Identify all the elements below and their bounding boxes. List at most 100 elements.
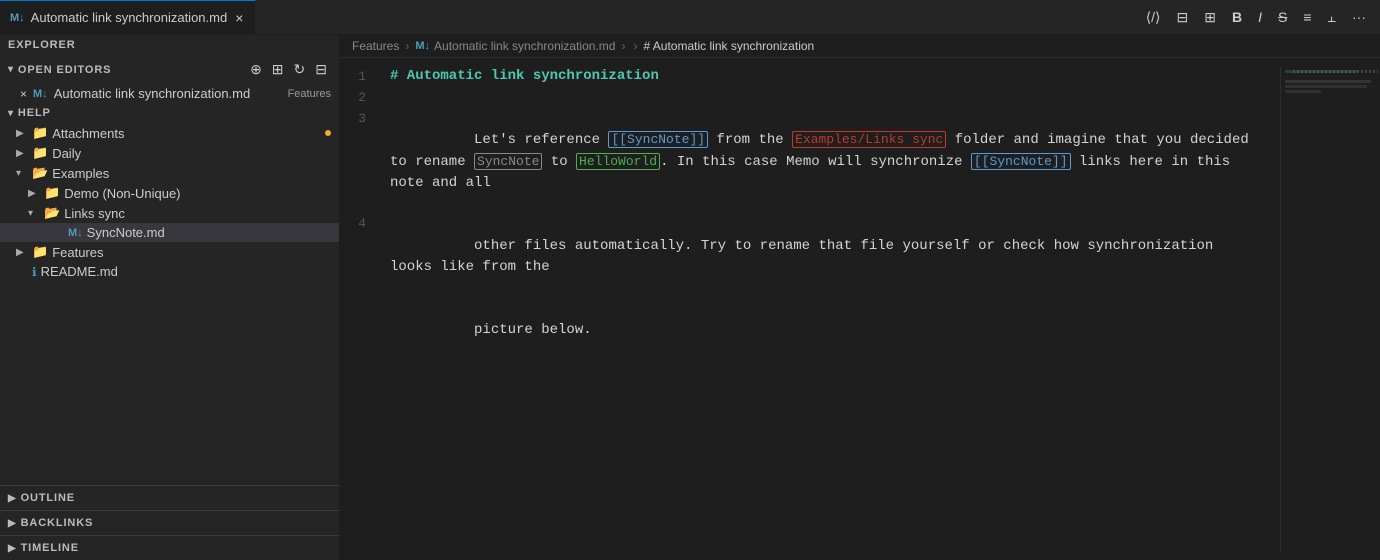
breadcrumb-md-icon: M↓ bbox=[415, 40, 430, 52]
help-label: HELP bbox=[18, 107, 51, 119]
editor-line-3: Let's reference [[SyncNote]] from the Ex… bbox=[390, 108, 1260, 362]
outline-label: OUTLINE bbox=[21, 492, 75, 504]
daily-chevron: ▶ bbox=[16, 148, 28, 159]
outline-chevron: ▶ bbox=[8, 493, 17, 504]
link-syncnote-rename[interactable]: SyncNote bbox=[474, 153, 542, 170]
bold-button[interactable]: B bbox=[1226, 5, 1248, 29]
line-numbers: 1 2 3 4 bbox=[340, 66, 390, 552]
breadcrumb-features[interactable]: Features bbox=[352, 39, 399, 53]
link-examples-links[interactable]: Examples/Links sync bbox=[792, 131, 946, 148]
open-editors-label: OPEN EDITORS bbox=[18, 64, 111, 76]
link-helloworld[interactable]: HelloWorld bbox=[576, 153, 660, 170]
open-editor-badge: Features bbox=[288, 88, 331, 100]
collapse-button[interactable]: ⊟ bbox=[311, 59, 331, 80]
source-toggle-button[interactable]: ⟨/⟩ bbox=[1140, 5, 1167, 30]
main-layout: EXPLORER ▾ OPEN EDITORS ⊕ ⊞ ↻ ⊟ × M↓ Aut… bbox=[0, 35, 1380, 560]
backlinks-chevron: ▶ bbox=[8, 518, 17, 529]
italic-button[interactable]: I bbox=[1252, 5, 1268, 29]
empty-line-2 bbox=[390, 87, 398, 108]
editor-content[interactable]: 1 2 3 4 # Automatic link synchronization bbox=[340, 58, 1380, 560]
breadcrumb-file[interactable]: Automatic link synchronization.md bbox=[434, 39, 615, 53]
attachments-label: Attachments bbox=[52, 126, 317, 141]
link-syncnote-2[interactable]: [[SyncNote]] bbox=[971, 153, 1071, 170]
tree-item-daily[interactable]: ▶ 📁 Daily bbox=[0, 143, 339, 163]
close-editor-icon[interactable]: × bbox=[20, 87, 27, 101]
links-sync-chevron: ▾ bbox=[28, 208, 40, 219]
examples-label: Examples bbox=[52, 166, 331, 181]
more-button[interactable]: ··· bbox=[1346, 5, 1372, 29]
breadcrumb-sep1: › bbox=[405, 39, 409, 53]
readme-info-icon: ℹ bbox=[32, 265, 37, 279]
open-editors-chevron: ▾ bbox=[8, 64, 14, 75]
syncnote-md-icon: M↓ bbox=[68, 227, 83, 239]
breadcrumb-heading[interactable]: # Automatic link synchronization bbox=[643, 39, 814, 53]
open-editors-actions: ⊕ ⊞ ↻ ⊟ bbox=[246, 59, 331, 80]
minimap-line-3 bbox=[1285, 80, 1371, 83]
toolbar-right: ⟨/⟩ ⊟ ⊞ B I S ≡ ⫠ ··· bbox=[1140, 5, 1380, 30]
open-editors-header[interactable]: ▾ OPEN EDITORS ⊕ ⊞ ↻ ⊟ bbox=[0, 55, 339, 84]
line-number-2: 2 bbox=[340, 87, 378, 108]
attachments-dot bbox=[325, 130, 331, 136]
split-button[interactable]: ⫠ bbox=[1322, 5, 1342, 30]
new-folder-button[interactable]: ⊞ bbox=[268, 59, 288, 80]
refresh-button[interactable]: ↻ bbox=[290, 59, 310, 80]
demo-chevron: ▶ bbox=[28, 188, 40, 199]
columns-button[interactable]: ⊟ bbox=[1171, 5, 1195, 30]
new-file-button[interactable]: ⊕ bbox=[246, 59, 266, 80]
strike-button[interactable]: S bbox=[1272, 5, 1293, 29]
timeline-header[interactable]: ▶ TIMELINE bbox=[0, 535, 339, 560]
open-editor-filename: Automatic link synchronization.md bbox=[54, 86, 251, 101]
tree-item-readme[interactable]: ℹ README.md bbox=[0, 262, 339, 281]
text-from-the: from the bbox=[708, 132, 792, 148]
editor-area: Features › M↓ Automatic link synchroniza… bbox=[340, 35, 1380, 560]
features-folder-icon: 📁 bbox=[32, 244, 48, 260]
editor-lines[interactable]: # Automatic link synchronization Let's r… bbox=[390, 66, 1280, 552]
tab-md-icon: M↓ bbox=[10, 12, 25, 24]
tree-item-attachments[interactable]: ▶ 📁 Attachments bbox=[0, 123, 339, 143]
backlinks-header[interactable]: ▶ BACKLINKS bbox=[0, 510, 339, 535]
demo-label: Demo (Non-Unique) bbox=[64, 186, 331, 201]
text-other-files: other files automatically. Try to rename… bbox=[390, 238, 1222, 275]
backlinks-label: BACKLINKS bbox=[21, 517, 94, 529]
features-chevron: ▶ bbox=[16, 247, 28, 258]
editor-line-1: # Automatic link synchronization bbox=[390, 66, 1260, 87]
line-number-4: 4 bbox=[340, 213, 378, 234]
link-syncnote-1[interactable]: [[SyncNote]] bbox=[608, 131, 708, 148]
text-to: to bbox=[542, 154, 576, 170]
attachments-chevron: ▶ bbox=[16, 128, 28, 139]
tree-item-links-sync[interactable]: ▾ 📂 Links sync bbox=[0, 203, 339, 223]
tree-item-syncnote[interactable]: M↓ SyncNote.md bbox=[0, 223, 339, 242]
outline-header[interactable]: ▶ OUTLINE bbox=[0, 485, 339, 510]
line-number-1: 1 bbox=[340, 66, 378, 87]
tree-item-demo[interactable]: ▶ 📁 Demo (Non-Unique) bbox=[0, 183, 339, 203]
text-picture-below: picture below. bbox=[474, 322, 592, 338]
breadcrumb-sep2: › bbox=[621, 39, 625, 53]
help-chevron: ▾ bbox=[8, 108, 14, 119]
attachments-folder-icon: 📁 bbox=[32, 125, 48, 141]
tree-item-examples[interactable]: ▾ 📂 Examples bbox=[0, 163, 339, 183]
active-tab[interactable]: M↓ Automatic link synchronization.md × bbox=[0, 0, 256, 35]
open-editors-section: ▾ OPEN EDITORS ⊕ ⊞ ↻ ⊟ × M↓ Automatic li… bbox=[0, 55, 339, 103]
list-button[interactable]: ≡ bbox=[1297, 5, 1317, 29]
editor-line-4 bbox=[390, 362, 1260, 383]
breadcrumb-bar: Features › M↓ Automatic link synchroniza… bbox=[340, 35, 1380, 58]
minimap-line-3c bbox=[1285, 90, 1321, 93]
line-number-3b bbox=[340, 129, 378, 171]
daily-label: Daily bbox=[52, 146, 331, 161]
timeline-label: TIMELINE bbox=[21, 542, 79, 554]
syncnote-label: SyncNote.md bbox=[87, 225, 331, 240]
minimap-line-3b bbox=[1285, 85, 1367, 88]
open-editor-item[interactable]: × M↓ Automatic link synchronization.md F… bbox=[0, 84, 339, 103]
explorer-header[interactable]: EXPLORER bbox=[0, 35, 339, 55]
help-header[interactable]: ▾ HELP bbox=[0, 103, 339, 123]
demo-folder-icon: 📁 bbox=[44, 185, 60, 201]
tab-close-button[interactable]: × bbox=[233, 8, 245, 28]
text-lets-reference: Let's reference bbox=[474, 132, 608, 148]
explorer-label: EXPLORER bbox=[8, 39, 76, 51]
layout-button[interactable]: ⊞ bbox=[1198, 5, 1222, 30]
line-number-3: 3 bbox=[340, 108, 378, 129]
tree-item-features[interactable]: ▶ 📁 Features bbox=[0, 242, 339, 262]
links-sync-label: Links sync bbox=[64, 206, 331, 221]
breadcrumb-chevron: › bbox=[633, 39, 637, 53]
heading-text: # Automatic link synchronization bbox=[390, 66, 659, 87]
